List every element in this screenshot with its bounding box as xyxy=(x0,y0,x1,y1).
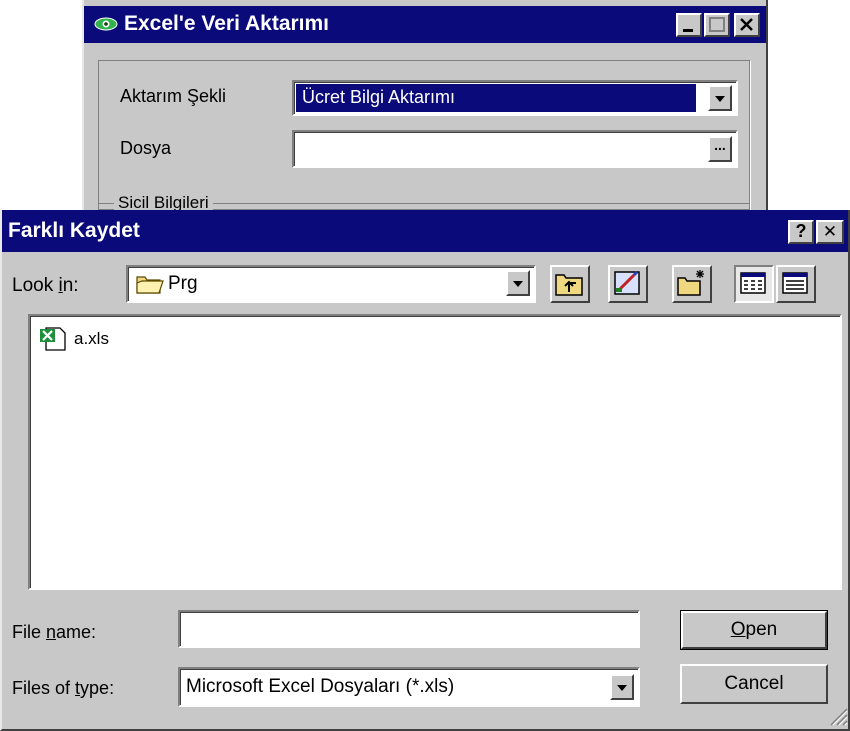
file-type-dropdown-button[interactable] xyxy=(610,674,634,700)
dosya-label: Dosya xyxy=(120,138,172,158)
resize-grip-icon[interactable] xyxy=(826,704,848,726)
close-icon: ✕ xyxy=(822,222,838,241)
new-folder-button[interactable] xyxy=(672,265,712,303)
dialog-close-button[interactable]: ✕ xyxy=(816,220,844,244)
background-window-title: Excel'e Veri Aktarımı xyxy=(124,12,330,35)
dosya-browse-button[interactable]: ... xyxy=(708,136,732,162)
open-button[interactable]: Open xyxy=(680,610,828,650)
background-window-titlebar[interactable]: Excel'e Veri Aktarımı xyxy=(84,6,766,43)
chevron-down-icon xyxy=(617,685,627,691)
background-close-button[interactable] xyxy=(734,13,760,37)
aktarim-dropdown-button[interactable] xyxy=(708,85,732,111)
details-view-button[interactable] xyxy=(776,265,816,303)
dialog-titlebar[interactable]: Farklı Kaydet ? ✕ xyxy=(2,210,848,252)
dosya-input[interactable]: ... xyxy=(292,130,738,168)
chevron-down-icon xyxy=(513,281,523,287)
aktarim-selected-value: Ücret Bilgi Aktarımı xyxy=(296,84,696,112)
help-icon: ? xyxy=(795,221,807,241)
file-name-input[interactable] xyxy=(178,610,640,648)
look-in-dropdown-button[interactable] xyxy=(506,270,530,296)
desktop-icon xyxy=(614,270,640,295)
up-folder-icon xyxy=(555,274,583,296)
close-icon xyxy=(740,18,753,31)
aktarim-label: Aktarım Şekli xyxy=(120,86,227,106)
save-as-dialog: Farklı Kaydet ? ✕ Look in: Prg a.xls Fil… xyxy=(0,210,850,731)
desktop-button[interactable] xyxy=(608,265,648,303)
open-button-face: Open xyxy=(681,611,827,649)
look-in-label: Look in: xyxy=(12,275,79,296)
excel-file-icon xyxy=(40,327,66,351)
up-one-level-button[interactable] xyxy=(550,265,590,303)
background-window: Excel'e Veri Aktarımı Aktarım Şekli Ücre… xyxy=(82,0,768,213)
maximize-button[interactable] xyxy=(704,13,730,37)
look-in-select[interactable]: Prg xyxy=(126,265,536,303)
aktarim-select[interactable]: Ücret Bilgi Aktarımı xyxy=(292,80,738,116)
maximize-icon xyxy=(709,17,725,32)
open-button-label: Open xyxy=(730,619,778,640)
minimize-button[interactable] xyxy=(676,13,702,37)
eye-icon xyxy=(94,17,118,31)
folder-icon xyxy=(136,276,164,294)
list-view-icon xyxy=(740,272,766,294)
file-list[interactable]: a.xls xyxy=(28,314,842,590)
file-type-value: Microsoft Excel Dosyaları (*.xls) xyxy=(186,676,455,697)
look-in-value: Prg xyxy=(168,273,198,294)
file-type-label: Files of type: xyxy=(12,678,115,698)
minimize-icon xyxy=(683,29,693,32)
file-name-label: File name: xyxy=(12,622,97,642)
new-folder-icon xyxy=(677,270,704,296)
cancel-button[interactable]: Cancel xyxy=(680,664,828,704)
details-view-icon xyxy=(782,272,808,294)
list-item[interactable]: a.xls xyxy=(38,326,109,352)
list-view-button[interactable] xyxy=(734,265,774,303)
browse-label: ... xyxy=(714,137,726,153)
chevron-down-icon xyxy=(715,96,725,102)
file-type-select[interactable]: Microsoft Excel Dosyaları (*.xls) xyxy=(178,667,640,707)
dialog-title: Farklı Kaydet xyxy=(8,219,140,242)
file-name: a.xls xyxy=(74,329,109,348)
help-button[interactable]: ? xyxy=(788,220,814,244)
